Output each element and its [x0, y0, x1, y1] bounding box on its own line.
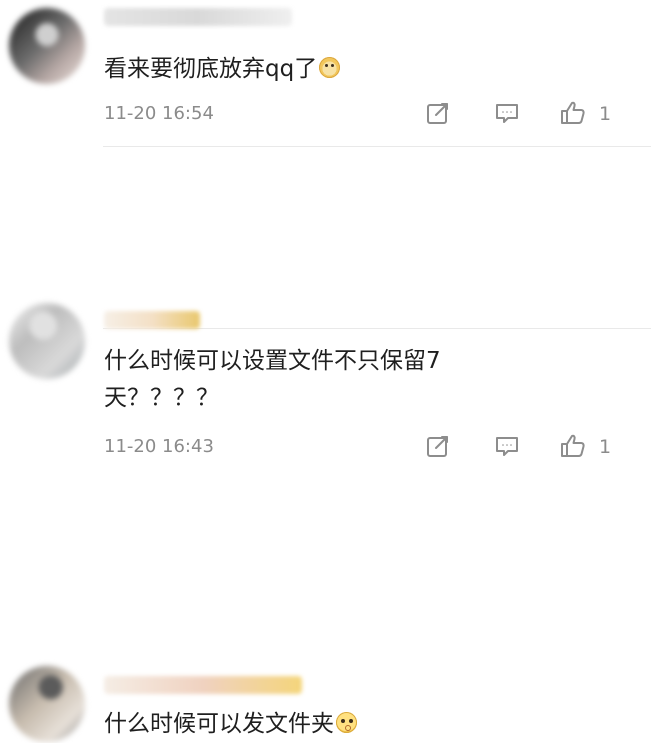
like-count: 1	[599, 436, 612, 458]
thumbs-up-icon[interactable]	[559, 99, 587, 127]
comment-text-content: 看来要彻底放弃qq了	[104, 56, 318, 82]
comment-text: 看来要彻底放弃qq了	[104, 51, 341, 88]
edit-icon[interactable]	[424, 99, 452, 127]
comment-text-content: 什么时候可以发文件夹	[104, 711, 334, 737]
comment-timestamp: 11-20 16:43	[104, 436, 214, 457]
edit-icon[interactable]	[424, 432, 452, 460]
comment-timestamp: 11-20 16:54	[104, 103, 214, 124]
avatar[interactable]	[9, 666, 85, 742]
username-blurred	[104, 676, 302, 694]
username-blurred	[104, 8, 292, 26]
comment-item: 什么时候可以发文件夹	[0, 329, 651, 742]
thumbs-up-icon[interactable]	[559, 432, 587, 460]
reply-icon[interactable]	[493, 432, 521, 460]
thinking-emoji	[336, 712, 357, 733]
like-count: 1	[599, 103, 612, 125]
avatar[interactable]	[9, 8, 85, 84]
username-blurred	[104, 311, 200, 329]
dog-emoji	[319, 57, 341, 78]
reply-icon[interactable]	[493, 99, 521, 127]
comment-item: 看来要彻底放弃qq了 11-20 16:54 1	[0, 0, 651, 147]
comment-item: 什么时候可以设置文件不只保留7 天？？？？ 11-20 16:43 1	[0, 147, 651, 457]
comment-text: 什么时候可以发文件夹	[104, 706, 357, 743]
